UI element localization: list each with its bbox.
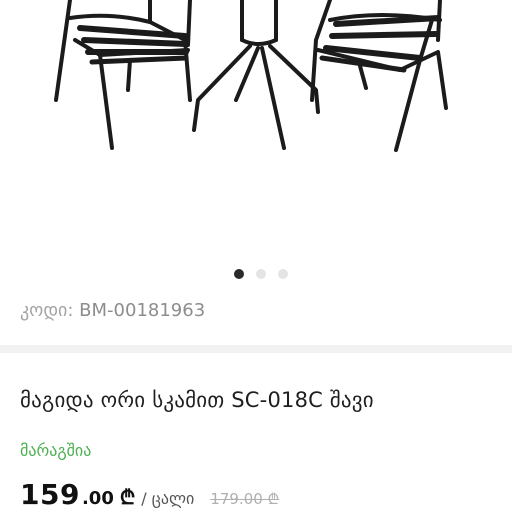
gallery-dot-1[interactable]: [234, 269, 244, 279]
product-code: კოდი: BM-00181963: [20, 300, 205, 321]
gallery-pagination: [0, 268, 512, 280]
old-price: 179.00 ₾: [210, 490, 280, 508]
price-main: 159: [20, 478, 80, 511]
price-cents: .00: [81, 488, 114, 509]
product-image-gallery[interactable]: [0, 0, 512, 262]
currency-symbol: ₾: [119, 485, 136, 509]
product-title: მაგიდა ორი სკამით SC-018C შავი: [20, 388, 374, 412]
product-code-label: კოდი:: [20, 300, 74, 321]
price-block: 159 .00 ₾ / ცალი 179.00 ₾: [20, 478, 279, 512]
price-unit: / ცალი: [141, 489, 195, 508]
product-code-value: BM-00181963: [79, 300, 206, 321]
gallery-dot-2[interactable]: [256, 269, 266, 279]
product-page: კოდი: BM-00181963 მაგიდა ორი სკამით SC-0…: [0, 0, 512, 512]
product-image: [54, 0, 448, 152]
gallery-dot-3[interactable]: [278, 269, 288, 279]
stock-status: მარაგშია: [20, 441, 92, 460]
section-divider: [0, 345, 512, 353]
